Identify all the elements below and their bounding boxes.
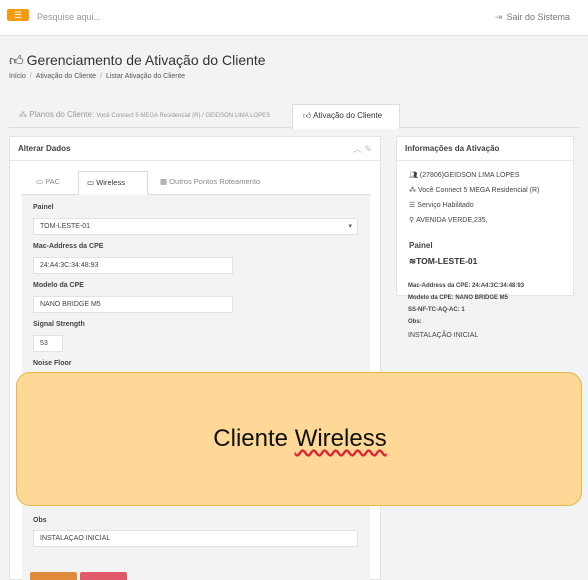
tab-wireless-label: Wireless — [96, 178, 125, 187]
address-line: ⚲ AVENIDA VERDE,235, — [409, 216, 488, 224]
search-input[interactable]: Pesquise aqui... — [37, 12, 101, 22]
grid-icon: ▦ — [160, 177, 168, 186]
puzzle-icon: ⁂ — [19, 110, 27, 119]
client-line: 👥︎ (27806)GEIDSON LIMA LOPES — [409, 171, 520, 179]
users-icon: 👥︎ — [409, 172, 418, 179]
tab-client-plans[interactable]: ⁂ Planos do Cliente: Você Connect 5 MEGA… — [9, 104, 289, 128]
modelo-input[interactable]: NANO BRIDGE M5 — [33, 296, 233, 313]
thumbs-up-icon: 👍︎ — [9, 52, 24, 68]
wrench-icon[interactable]: ✎ — [364, 144, 372, 154]
tab-client-plans-detail: Você Connect 5 MEGA Residencial (R) / GE… — [96, 113, 271, 119]
page-title-text: Gerenciamento de Ativação do Cliente — [26, 52, 266, 68]
puzzle-icon: ⁂ — [409, 187, 416, 194]
client-name: (27806)GEIDSON LIMA LOPES — [419, 172, 520, 179]
map-marker-icon: ⚲ — [409, 217, 415, 224]
tab-other-routing[interactable]: ▦ Outros Pontos Roteamento — [152, 171, 268, 195]
chevron-up-icon[interactable]: ︿ — [353, 144, 362, 154]
info-painel-label: Painel — [409, 241, 433, 250]
panel-tools: ︿ ✎ — [353, 137, 372, 161]
tab-other-routing-label: Outros Pontos Roteamento — [169, 177, 261, 186]
painel-select-value: TOM-LESTE-01 — [40, 223, 91, 230]
monitor-icon: ▭ — [87, 178, 95, 187]
mac-input[interactable]: 24:A4:3C:34:48:93 — [33, 257, 233, 274]
thumbs-up-icon: 👍︎ — [303, 111, 312, 120]
tab-client-activation[interactable]: 👍︎ Ativação do Cliente — [292, 104, 400, 129]
top-bar: ☰ Pesquise aqui... ⇥ Sair do Sistema — [0, 0, 588, 36]
tab-client-plans-label: Planos do Cliente: — [29, 110, 95, 119]
info-modelo: Modelo da CPE: NANO BRIDGE M5 — [408, 295, 509, 301]
edit-subtabs: ▭ PAC ▭ Wireless ▦ Outros Pontos Roteame… — [22, 171, 370, 196]
signal-label: Signal Strength — [33, 321, 85, 328]
breadcrumb-home[interactable]: Início — [9, 73, 26, 80]
callout-box: Cliente Wireless — [16, 372, 582, 506]
callout-word1: Cliente — [213, 425, 289, 452]
save-button[interactable] — [30, 572, 77, 580]
address: AVENIDA VERDE,235, — [416, 217, 488, 224]
info-painel-value: ≋TOM-LESTE-01 — [409, 256, 477, 267]
activation-info-title: Informações da Ativação — [397, 137, 573, 161]
service-line: ☰ Serviço Habilitado — [409, 201, 474, 209]
info-ss: SS-NF-TC-AQ-AC: 1 — [408, 307, 465, 313]
caret-down-icon: ▾ — [348, 223, 352, 230]
service-status: Serviço Habilitado — [417, 202, 474, 209]
info-obs-value: INSTALAÇÃO INICIAL — [408, 332, 479, 339]
page-title: 👍︎ Gerenciamento de Ativação do Cliente — [9, 52, 266, 69]
logout-link[interactable]: ⇥ Sair do Sistema — [495, 12, 570, 23]
info-mac: Mac-Address da CPE: 24:A4:3C:34:48:93 — [408, 283, 525, 289]
menu-toggle-button[interactable]: ☰ — [7, 9, 29, 21]
plan-name: Você Connect 5 MEGA Residencial (R) — [418, 187, 540, 194]
obs-label: Obs — [33, 517, 47, 524]
laptop-icon: ▭ — [36, 177, 44, 186]
breadcrumb: Início / Ativação do Cliente / Listar Ativaç… — [9, 73, 185, 80]
mac-label: Mac-Address da CPE — [33, 243, 104, 250]
edit-data-panel: Alterar Dados ︿ ✎ ▭ PAC ▭ Wireless ▦ Out… — [9, 136, 381, 580]
obs-input[interactable]: INSTALAÇAO INICIAL — [33, 530, 358, 547]
signal-input[interactable]: 53 — [33, 335, 63, 352]
tab-client-activation-label: Ativação do Cliente — [313, 111, 383, 120]
tab-wireless[interactable]: ▭ Wireless — [78, 171, 148, 196]
logout-icon: ⇥ — [494, 12, 503, 22]
edit-data-panel-title: Alterar Dados — [10, 137, 380, 161]
main-tabs: ⁂ Planos do Cliente: Você Connect 5 MEGA… — [9, 104, 579, 129]
info-painel-text: TOM-LESTE-01 — [416, 256, 478, 266]
noise-label: Noise Floor — [33, 360, 72, 367]
callout-word2: Wireless — [294, 425, 387, 452]
bars-icon: ☰ — [13, 10, 23, 20]
plan-line: ⁂ Você Connect 5 MEGA Residencial (R) — [409, 186, 539, 194]
breadcrumb-list: Listar Ativação do Cliente — [105, 73, 185, 80]
list-icon: ☰ — [409, 202, 416, 209]
modelo-label: Modelo da CPE — [33, 282, 84, 289]
info-obs-label: Obs: — [408, 319, 422, 325]
logout-label: Sair do Sistema — [506, 12, 570, 22]
breadcrumb-activation[interactable]: Ativação do Cliente — [36, 73, 96, 80]
callout-text: Cliente Wireless — [17, 425, 583, 453]
painel-select[interactable]: TOM-LESTE-01 ▾ — [33, 218, 358, 235]
tab-pac-label: PAC — [45, 177, 61, 186]
cancel-button[interactable] — [80, 572, 127, 580]
tab-pac[interactable]: ▭ PAC — [28, 171, 68, 195]
activation-info-panel: Informações da Ativação 👥︎ (27806)GEIDSON… — [396, 136, 574, 296]
painel-label: Painel — [33, 204, 54, 211]
